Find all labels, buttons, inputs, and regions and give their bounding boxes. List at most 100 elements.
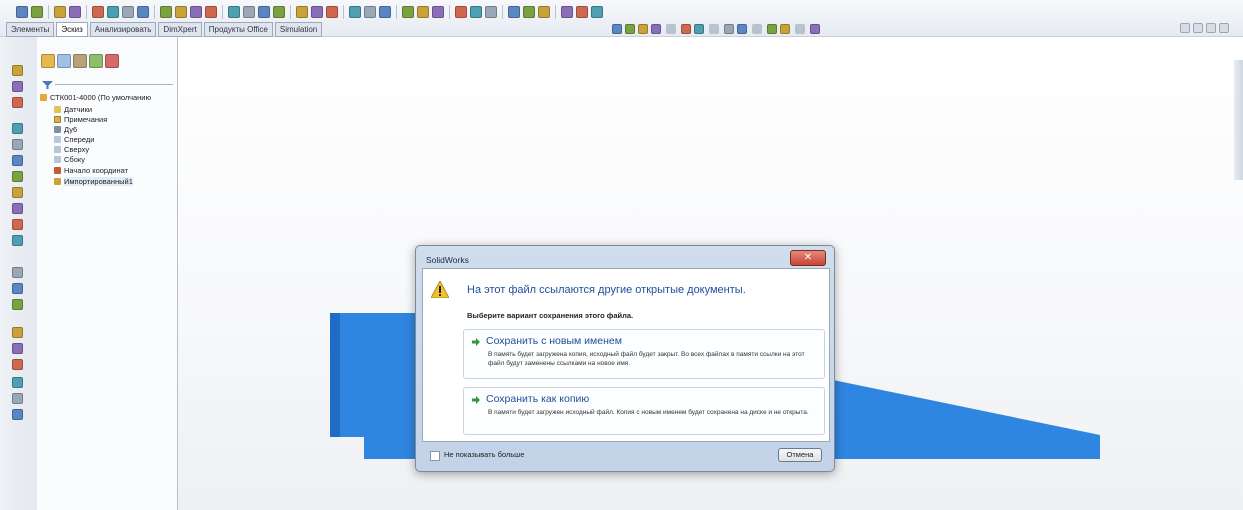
vertical-tool-icon[interactable] [12,327,23,338]
tree-root[interactable]: СТК001-4000 (По умолчанию [40,92,151,102]
view-tool-icon[interactable] [612,24,622,34]
vertical-tool-icon[interactable] [12,155,23,166]
sketch-tool-icon[interactable] [364,6,376,18]
view-tool-icon[interactable] [694,24,704,34]
vertical-tool-icon[interactable] [12,377,23,388]
toolbar-separator [709,24,719,34]
vertical-tool-icon[interactable] [12,299,23,310]
vertical-tool-icon[interactable] [12,267,23,278]
sketch-tool-icon[interactable] [190,6,202,18]
sketch-tool-icon[interactable] [296,6,308,18]
view-tool-icon[interactable] [638,24,648,34]
sketch-tool-icon[interactable] [92,6,104,18]
tree-item-sensors[interactable]: Датчики [54,104,92,114]
tree-item-origin[interactable]: Начало координат [54,165,128,175]
sketch-tool-icon[interactable] [31,6,43,18]
sketch-tool-icon[interactable] [485,6,497,18]
sketch-tool-icon[interactable] [16,6,28,18]
dialog-close-button[interactable]: ✕ [790,250,826,266]
sketch-tool-icon[interactable] [455,6,467,18]
sketch-tool-icon[interactable] [273,6,285,18]
view-tool-icon[interactable] [625,24,635,34]
restore-icon[interactable] [1193,23,1203,33]
sketch-tool-icon[interactable] [228,6,240,18]
configuration-manager-tab-icon[interactable] [73,54,87,68]
vertical-tool-icon[interactable] [12,171,23,182]
sketch-tool-icon[interactable] [561,6,573,18]
sketch-tool-icon[interactable] [54,6,66,18]
sketch-tool-icon[interactable] [508,6,520,18]
sketch-tool-icon[interactable] [470,6,482,18]
vertical-tool-icon[interactable] [12,139,23,150]
vertical-tool-icon[interactable] [12,81,23,92]
vertical-tool-icon[interactable] [12,187,23,198]
sketch-tool-icon[interactable] [379,6,391,18]
sketch-tool-icon[interactable] [258,6,270,18]
vertical-tool-icon[interactable] [12,97,23,108]
view-tool-icon[interactable] [767,24,777,34]
task-pane-edge[interactable] [1234,60,1243,180]
vertical-tool-icon[interactable] [12,359,23,370]
sketch-tool-icon[interactable] [432,6,444,18]
tab-office-products[interactable]: Продукты Office [203,22,273,37]
sketch-tool-icon[interactable] [205,6,217,18]
view-tool-icon[interactable] [651,24,661,34]
minimize-icon[interactable] [1206,23,1216,33]
sketch-tool-icon[interactable] [576,6,588,18]
filter-icon[interactable] [42,81,53,89]
view-tool-icon[interactable] [737,24,747,34]
vertical-tool-icon[interactable] [12,203,23,214]
view-tool-icon[interactable] [780,24,790,34]
filter-field[interactable] [55,84,173,85]
tab-dimxpert[interactable]: DimXpert [158,22,202,37]
vertical-tool-icon[interactable] [12,235,23,246]
tree-item-top-plane[interactable]: Сверху [54,144,89,154]
tree-item-right-plane[interactable]: Сбоку [54,154,85,164]
view-tool-icon[interactable] [681,24,691,34]
cancel-button[interactable]: Отмена [778,448,822,462]
sketch-tool-icon[interactable] [326,6,338,18]
sketch-tool-icon[interactable] [69,6,81,18]
save-as-copy-option[interactable]: Сохранить как копию В памяти будет загру… [463,387,825,435]
sketch-tool-icon[interactable] [122,6,134,18]
vertical-tool-icon[interactable] [12,65,23,76]
dont-show-again-checkbox[interactable] [430,451,440,461]
sketch-tool-icon[interactable] [137,6,149,18]
sketch-tool-icon[interactable] [349,6,361,18]
sketch-tool-icon[interactable] [417,6,429,18]
vertical-tool-icon[interactable] [12,393,23,404]
view-tool-icon[interactable] [810,24,820,34]
sketch-tool-icon[interactable] [107,6,119,18]
feature-manager-tab-icon[interactable] [41,54,55,68]
tree-item-annotations[interactable]: Примечания [54,114,107,124]
tile-icon[interactable] [1180,23,1190,33]
vertical-tool-icon[interactable] [12,343,23,354]
tree-item-imported[interactable]: Импортированный1 [54,176,133,186]
sketch-tool-icon[interactable] [160,6,172,18]
option-description: В памяти будет загружен исходный файл. К… [488,409,809,416]
vertical-tool-icon[interactable] [12,283,23,294]
save-with-new-name-option[interactable]: Сохранить с новым именем В память будет … [463,329,825,379]
sketch-tool-icon[interactable] [591,6,603,18]
vertical-tool-icon[interactable] [12,123,23,134]
view-tool-icon[interactable] [724,24,734,34]
dimxpert-manager-tab-icon[interactable] [89,54,103,68]
vertical-tool-icon[interactable] [12,219,23,230]
tab-sketch[interactable]: Эскиз [56,22,88,37]
sketch-tool-icon[interactable] [523,6,535,18]
sketch-tool-icon[interactable] [311,6,323,18]
tree-item-material[interactable]: Ду6 [54,124,77,134]
tree-item-front-plane[interactable]: Спереди [54,134,94,144]
sketch-tool-icon[interactable] [402,6,414,18]
sketch-tool-icon[interactable] [243,6,255,18]
display-manager-tab-icon[interactable] [105,54,119,68]
tab-features[interactable]: Элементы [6,22,55,37]
sketch-tool-icon[interactable] [175,6,187,18]
property-manager-tab-icon[interactable] [57,54,71,68]
vertical-tool-icon[interactable] [12,409,23,420]
maximize-icon[interactable] [1219,23,1229,33]
sketch-vertical-toolbar [0,37,38,510]
tab-simulation[interactable]: Simulation [274,22,323,37]
tab-analyze[interactable]: Анализировать [89,22,157,37]
sketch-tool-icon[interactable] [538,6,550,18]
